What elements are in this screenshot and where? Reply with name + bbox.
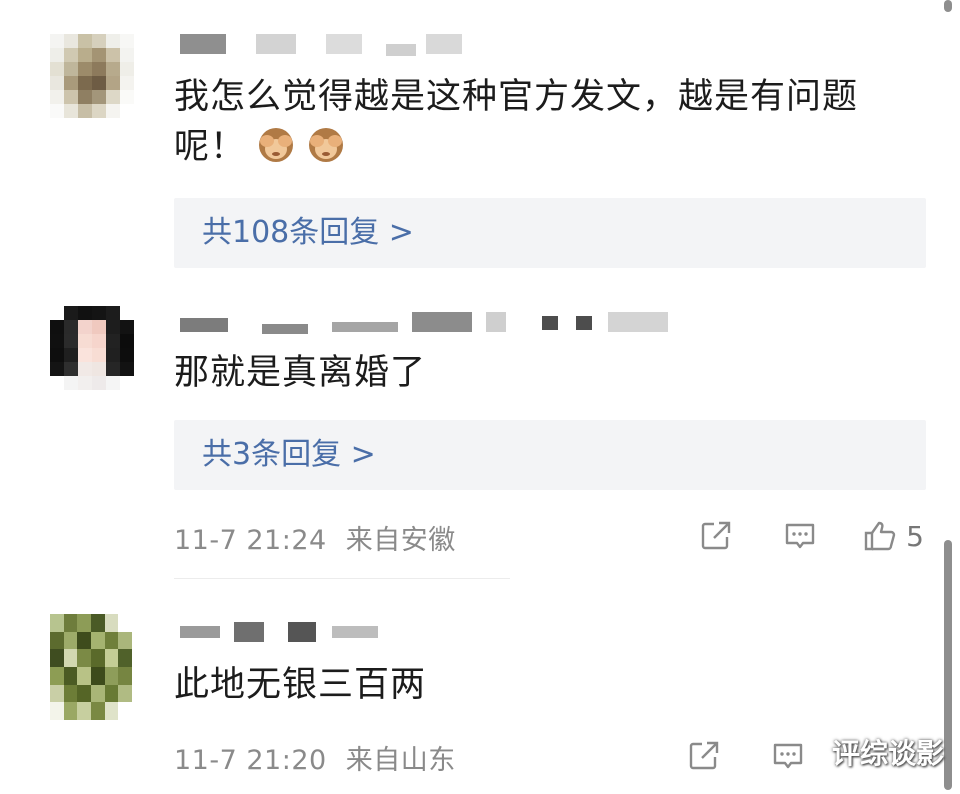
comment-meta: 11-7 21:20 来自山东 (174, 738, 456, 777)
view-replies-button[interactable]: 共108条回复 > (174, 198, 926, 268)
share-button[interactable] (674, 516, 758, 556)
comment-location: 来自山东 (345, 745, 456, 776)
thumbs-up-icon (864, 521, 896, 551)
comment-icon (773, 743, 803, 769)
see-no-evil-monkey-icon (256, 124, 296, 164)
avatar[interactable] (50, 306, 134, 390)
comment-location: 来自安徽 (345, 525, 456, 556)
like-button[interactable]: 5 (842, 516, 924, 556)
comment-button[interactable] (758, 516, 842, 556)
username-blurred[interactable] (176, 312, 676, 334)
comments-screen: { "comments": [ { "text_line1": "我怎么觉得越是… (0, 0, 960, 794)
see-no-evil-monkey-icon (306, 124, 346, 164)
view-replies-button[interactable]: 共3条回复 > (174, 420, 926, 490)
comment-text: 我怎么觉得越是这种官方发文，越是有问题 呢！ (174, 77, 859, 167)
username-blurred[interactable] (176, 622, 396, 644)
username-blurred[interactable] (176, 34, 466, 56)
comment-text: 那就是真离婚了 (174, 353, 427, 393)
comment-meta: 11-7 21:24 来自安徽 (174, 518, 456, 557)
scrollbar-top[interactable] (944, 0, 952, 12)
comment-icon (785, 523, 815, 549)
comment-actions (662, 736, 830, 776)
comment-actions: 5 (674, 516, 924, 556)
share-button[interactable] (662, 736, 746, 776)
like-count: 5 (906, 519, 924, 553)
comment-text: 此地无银三百两 (174, 665, 427, 705)
divider (174, 578, 510, 579)
watermark: 评综谈影 (831, 737, 944, 770)
share-icon (689, 741, 719, 770)
avatar[interactable] (50, 34, 134, 118)
comment-time: 11-7 21:24 (174, 525, 327, 556)
comment-time: 11-7 21:20 (174, 745, 327, 776)
comment-button[interactable] (746, 736, 830, 776)
scrollbar[interactable] (944, 540, 952, 790)
share-icon (701, 521, 731, 550)
avatar[interactable] (50, 614, 132, 720)
